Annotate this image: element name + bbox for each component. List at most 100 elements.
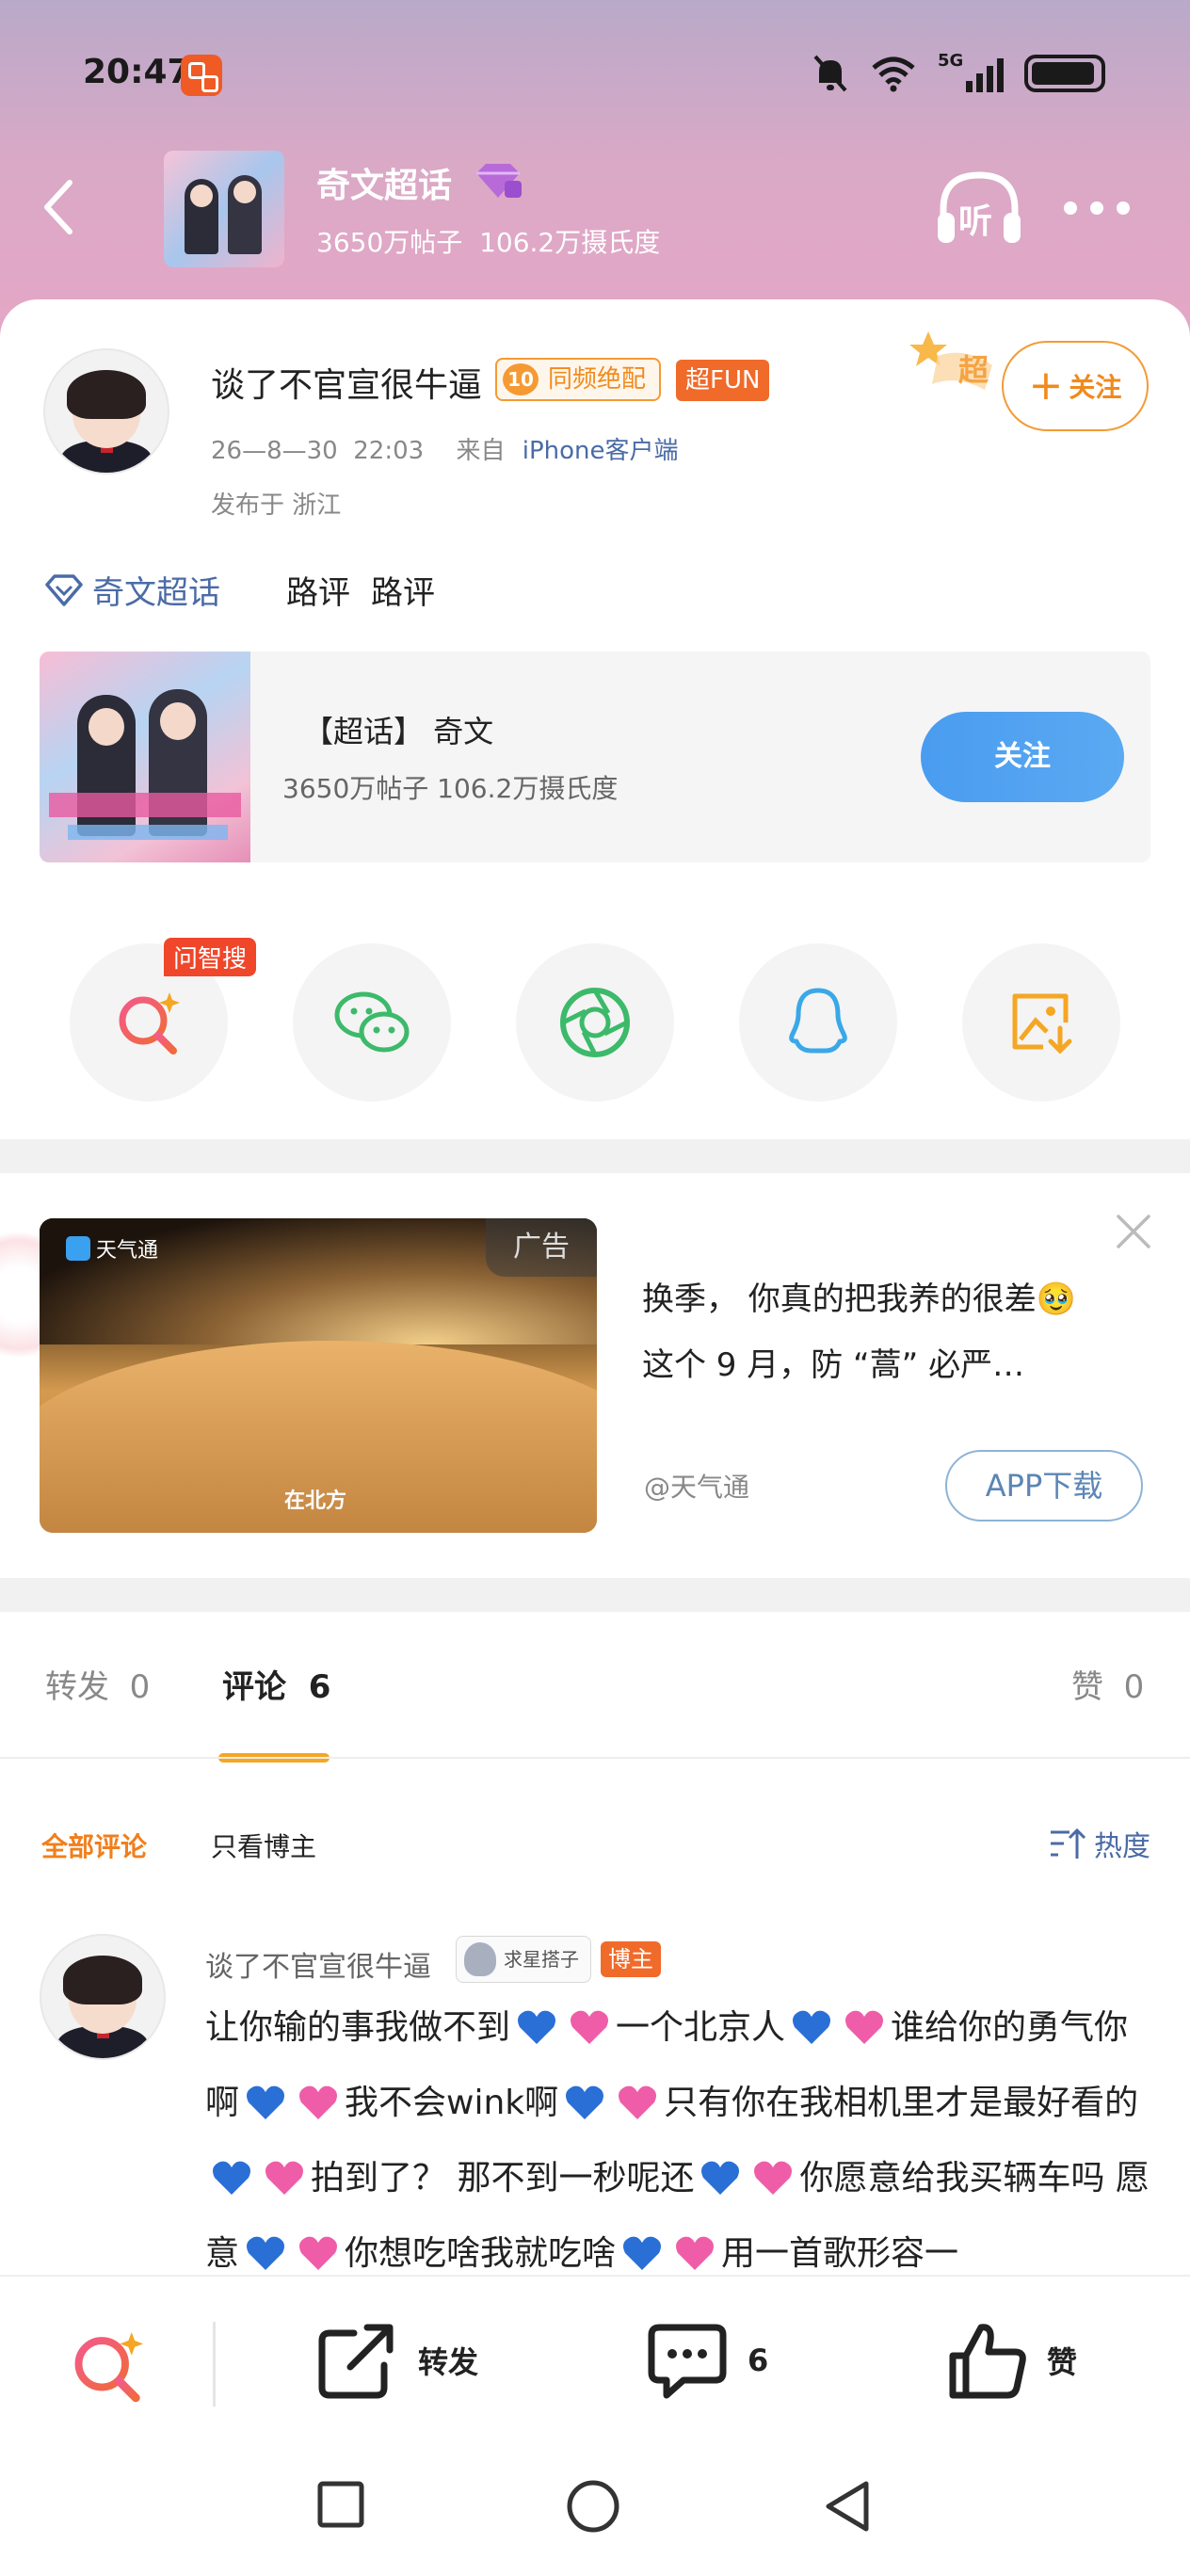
supertopic-level-icon [476,164,522,198]
tab-divider [0,1757,1190,1759]
tab-comment[interactable]: 评论 6 [222,1661,330,1707]
blue-heart-icon [623,2236,662,2270]
frequency-tag[interactable]: 10 同频绝配 [495,358,662,401]
comment-text[interactable]: 让你输的事我做不到 一个北京人 谁给你的勇气你啊 我不会wink啊 只有你在我相机里才是… [205,1990,1156,2273]
system-nav-bar [0,2444,1190,2576]
post-meta: 26—8—30 22:03 来自 iPhone客户端 [211,437,679,465]
sort-icon [1051,1827,1086,1859]
ad-brand: 天气通 [66,1233,158,1264]
tab-repost[interactable]: 转发 0 [45,1661,150,1707]
blue-heart-icon [793,2010,831,2044]
author-avatar[interactable] [43,348,169,475]
blue-heart-icon [247,2085,285,2119]
share-row: 问智搜 [70,938,1120,1102]
comment-bubble-icon [648,2324,727,2399]
bottom-divider [213,2322,216,2407]
ad-image[interactable]: 天气通 广告 在北方 [40,1218,597,1533]
section-divider [0,1139,1190,1173]
follow-author-button[interactable]: + 关注 [1002,341,1149,431]
ad-headline[interactable]: 换季， 你真的把我养的很差🥹 [642,1273,1076,1319]
post-text-1: 路评 [286,574,350,612]
supertopic-card-image [40,652,250,862]
super-fun-badge[interactable]: 超FUN [676,360,770,401]
wechat-icon [334,991,410,1053]
ad-caption: 在北方 [284,1489,347,1513]
pink-heart-icon [299,2236,338,2270]
supertopic-card-stats: 3650万帖子 106.2万摄氏度 [282,773,619,804]
pink-heart-icon [845,2010,884,2044]
ad-label: 广告 [486,1218,597,1277]
op-badge: 博主 [601,1941,661,1977]
wenzhisou-tag: 问智搜 [164,938,257,976]
listen-label[interactable]: 听 [958,194,992,243]
comment-button[interactable]: 6 [646,2320,768,2401]
ai-search-icon[interactable] [66,2324,151,2408]
pink-heart-icon [754,2161,793,2195]
supertopic-card[interactable]: 【超话】 奇文 3650万帖子 106.2万摄氏度 关注 [40,652,1150,862]
blue-heart-icon [247,2236,285,2270]
commenter-avatar[interactable] [40,1934,166,2060]
pink-heart-icon [619,2085,657,2119]
super-badge-label: 超 [958,352,989,388]
supertopic-link[interactable]: 奇文超话 [92,567,220,613]
tab-like[interactable]: 赞 0 [1071,1661,1144,1707]
battery-icon [1024,55,1105,92]
qq-icon [789,988,847,1054]
post-text-2: 路评 [371,574,435,612]
save-image-icon [1012,993,1072,1055]
pink-heart-icon [676,2236,715,2270]
weather-app-icon [66,1236,90,1261]
thumbs-up-icon [949,2324,1026,2399]
ad-subline[interactable]: 这个 9 月，防 “蒿” 必严… [642,1339,1024,1385]
cellular-signal-icon: 5G [938,51,1004,92]
back-icon[interactable] [40,177,77,237]
wifi-icon [872,56,915,92]
app-download-button[interactable]: APP下载 [945,1450,1143,1521]
status-time: 20:47 [83,53,191,91]
pink-heart-icon [299,2085,338,2119]
close-icon[interactable] [1113,1211,1154,1252]
share-qq-button[interactable] [739,943,897,1102]
more-options-icon[interactable] [1064,201,1130,215]
share-arrow-icon [318,2324,394,2399]
section-divider [0,1578,1190,1612]
sort-button[interactable]: 热度 [1049,1823,1150,1864]
status-bar: 20:47 5G [0,47,1190,104]
pink-heart-icon [571,2010,609,2044]
post-source[interactable]: iPhone客户端 [523,437,679,465]
home-icon[interactable] [565,2478,621,2535]
frequency-level: 10 [503,363,539,395]
back-nav-icon[interactable] [821,2478,874,2535]
supertopic-follow-button[interactable]: 关注 [921,712,1124,802]
supertopic-title[interactable]: 奇文超话 [316,158,452,207]
blue-heart-icon [213,2161,250,2195]
blue-heart-icon [566,2085,604,2119]
filter-all-comments[interactable]: 全部评论 [41,1827,147,1864]
pink-heart-icon [265,2161,303,2195]
recent-apps-icon[interactable] [316,2480,365,2529]
share-wechat-button[interactable] [293,943,451,1102]
blue-heart-icon [701,2161,740,2195]
supertopic-thumbnail[interactable] [164,151,284,267]
moments-icon [560,988,630,1057]
ad-source[interactable]: @天气通 [644,1467,749,1505]
bottom-action-bar: 转发 6 赞 [0,2275,1190,2444]
badge-figure-icon [464,1942,496,1976]
commenter-badge[interactable]: 求星搭子 [456,1936,591,1983]
share-moments-button[interactable] [516,943,674,1102]
repost-button[interactable]: 转发 [316,2320,478,2401]
like-button[interactable]: 赞 [945,2320,1077,2401]
app-notification-icon [181,55,222,96]
filter-op-only[interactable]: 只看博主 [211,1827,316,1864]
supertopic-stats: 3650万帖子 106.2万摄氏度 [316,227,661,258]
ai-search-icon [119,992,180,1055]
supertopic-card-title: 【超话】 奇文 [303,714,494,749]
author-name[interactable]: 谈了不官宣很牛逼 [211,358,482,407]
commenter-name[interactable]: 谈了不官宣很牛逼 [205,1943,431,1985]
wenzhisou-button[interactable]: 问智搜 [70,938,257,1102]
supertopic-diamond-icon [45,573,83,606]
save-image-button[interactable] [962,943,1120,1102]
blue-heart-icon [518,2010,556,2044]
post-content: 奇文超话 路评 路评 [43,567,435,613]
plus-icon: + [1028,362,1064,410]
